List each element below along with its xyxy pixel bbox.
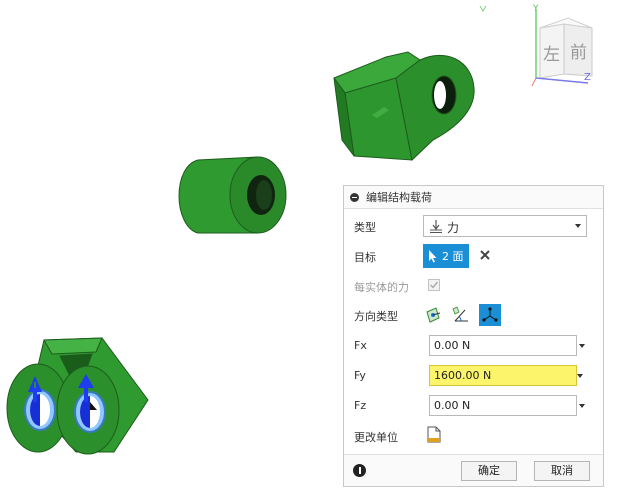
fy-chevron-down-icon[interactable] bbox=[577, 374, 583, 378]
dialog-footer: 确定 取消 bbox=[344, 454, 603, 486]
vector-direction-icon bbox=[482, 307, 498, 322]
per-body-force-label: 每实体的力 bbox=[354, 281, 409, 294]
edit-structural-load-dialog: 编辑结构载荷 类型 力 目标 2 面 每实体的力 方向类型 Fx 0.00 N … bbox=[343, 185, 604, 487]
fy-input[interactable]: 1600.00 N bbox=[429, 365, 577, 386]
view-cube-left-face[interactable]: 左 bbox=[543, 40, 560, 65]
units-icon[interactable] bbox=[427, 426, 441, 443]
angle-direction-button[interactable] bbox=[451, 304, 473, 326]
target-row: 目标 2 面 bbox=[344, 243, 603, 269]
target-label: 目标 bbox=[354, 251, 376, 264]
view-cube-axis-z: Z bbox=[584, 72, 591, 83]
clear-icon[interactable] bbox=[478, 248, 492, 262]
view-cube-front-face[interactable]: 前 bbox=[570, 38, 587, 63]
chevron-down-icon[interactable] bbox=[575, 224, 581, 228]
view-cube[interactable]: Y 左 前 Z bbox=[528, 4, 608, 88]
dialog-title: 编辑结构载荷 bbox=[366, 191, 432, 204]
dialog-header[interactable]: 编辑结构载荷 bbox=[344, 186, 603, 209]
bracket-part[interactable] bbox=[333, 51, 475, 161]
cylinder-part[interactable] bbox=[178, 156, 287, 234]
fz-chevron-down-icon[interactable] bbox=[579, 404, 585, 408]
per-body-force-row: 每实体的力 bbox=[344, 273, 603, 299]
checkbox-icon bbox=[430, 281, 439, 289]
angle-direction-icon bbox=[452, 306, 468, 322]
fx-label: Fx bbox=[354, 339, 367, 352]
normal-direction-icon bbox=[426, 307, 441, 323]
fx-row: Fx 0.00 N bbox=[344, 333, 603, 359]
view-cube-axis-y: Y bbox=[533, 4, 539, 14]
normal-direction-button[interactable] bbox=[423, 304, 445, 326]
collapse-icon[interactable] bbox=[350, 192, 359, 202]
loaded-bracket-part[interactable] bbox=[6, 337, 149, 455]
fy-label: Fy bbox=[354, 369, 366, 382]
fz-input[interactable]: 0.00 N bbox=[429, 395, 577, 416]
change-units-label: 更改单位 bbox=[354, 431, 398, 444]
target-value: 2 面 bbox=[442, 250, 464, 263]
direction-type-row: 方向类型 bbox=[344, 302, 603, 328]
type-label: 类型 bbox=[354, 221, 376, 234]
fx-input[interactable]: 0.00 N bbox=[429, 335, 577, 356]
type-value: 力 bbox=[447, 221, 460, 235]
info-icon[interactable] bbox=[353, 464, 366, 477]
target-selection-button[interactable]: 2 面 bbox=[423, 244, 469, 268]
fy-row: Fy 1600.00 N bbox=[344, 363, 603, 389]
force-type-icon bbox=[430, 220, 442, 233]
fz-row: Fz 0.00 N bbox=[344, 393, 603, 419]
ok-button[interactable]: 确定 bbox=[461, 461, 517, 481]
fz-label: Fz bbox=[354, 399, 367, 412]
type-select[interactable]: 力 bbox=[423, 215, 587, 237]
direction-type-label: 方向类型 bbox=[354, 310, 398, 323]
change-units-row: 更改单位 bbox=[344, 423, 603, 449]
fx-chevron-down-icon[interactable] bbox=[579, 344, 585, 348]
vector-direction-button[interactable] bbox=[479, 304, 501, 326]
cancel-button[interactable]: 取消 bbox=[534, 461, 590, 481]
pointer-icon bbox=[429, 249, 437, 262]
per-body-force-checkbox bbox=[428, 279, 440, 291]
type-row: 类型 力 bbox=[344, 213, 603, 239]
